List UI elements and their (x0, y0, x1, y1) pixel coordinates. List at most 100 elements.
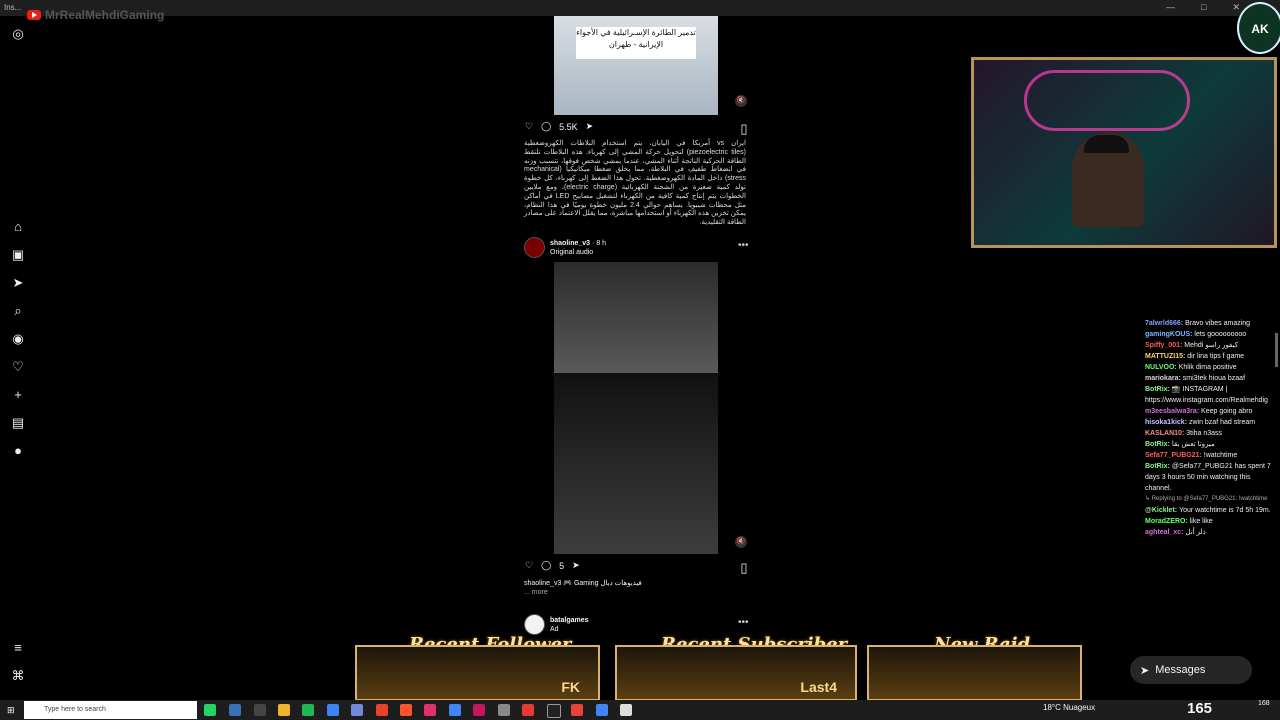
chat-username[interactable]: 7alwrld666: (1145, 320, 1185, 327)
chat-text: ذلز أتل (1185, 529, 1206, 536)
app-icon[interactable] (522, 704, 534, 716)
share-icon[interactable]: ➤ (572, 560, 580, 571)
explore-icon[interactable]: ◉ (10, 331, 26, 347)
mute-icon[interactable]: 🔇 (735, 95, 747, 107)
minimize-icon[interactable]: — (1166, 2, 1175, 13)
author-name[interactable]: shaoline_v3 (550, 240, 590, 247)
post-media-2[interactable]: 🔇 (554, 262, 747, 554)
chat-username[interactable]: m3eesbalwa3ra: (1145, 408, 1201, 415)
obs-icon[interactable] (547, 704, 561, 718)
instagram-app-icon[interactable] (424, 704, 436, 716)
steam-icon[interactable] (327, 704, 339, 716)
post-actions-2: ♡ ◯ 5 ➤ (525, 560, 580, 571)
messages-button[interactable]: ➤ Messages (1130, 656, 1252, 684)
chat-message: 7alwrld666: Bravo vibes amazing (1145, 318, 1273, 329)
profile-avatar-icon[interactable]: ● (10, 443, 26, 459)
save-bookmark-icon[interactable]: ▯ (736, 560, 752, 576)
comment-icon[interactable]: ◯ (541, 560, 551, 571)
discord-icon[interactable] (351, 704, 363, 716)
recent-follower-panel: FK (355, 645, 600, 701)
chat-username[interactable]: NULVOO: (1145, 364, 1179, 371)
chrome-icon[interactable] (596, 704, 608, 716)
more-options-icon[interactable]: ••• (738, 617, 749, 628)
youtube-icon (27, 10, 41, 20)
chat-text: like like (1189, 518, 1213, 525)
reels-icon[interactable]: ▣ (10, 247, 26, 263)
chat-username[interactable]: KASLAN10: (1145, 430, 1186, 437)
audio-label[interactable]: Original audio (550, 248, 606, 257)
post-caption-1: ايران vs أمريكا في اليابان، يتم استخدام … (524, 140, 747, 227)
ad-label: Ad (550, 625, 559, 633)
chat-message: gamingKOUS: lets gooooooooo (1145, 329, 1273, 340)
threads-icon[interactable]: ⌘ (10, 668, 26, 684)
more-link[interactable]: ... more (524, 589, 548, 596)
author-avatar[interactable] (524, 237, 545, 258)
post-time: 8 h (596, 239, 607, 247)
instagram-icon[interactable]: ◎ (10, 26, 26, 42)
clock[interactable]: 168 (1258, 700, 1270, 707)
more-options-icon[interactable]: ••• (738, 240, 749, 251)
app-icon[interactable] (620, 704, 632, 716)
like-heart-icon[interactable]: ♡ (525, 121, 533, 132)
home-icon[interactable]: ⌂ (10, 219, 26, 235)
chat-username[interactable]: hisoka1kick: (1145, 419, 1189, 426)
mute-icon[interactable]: 🔇 (735, 536, 747, 548)
save-bookmark-icon[interactable]: ▯ (736, 121, 752, 137)
dashboard-icon[interactable]: ▤ (10, 415, 26, 431)
post-actions-1: ♡ ◯ 5.5K ➤ (525, 121, 593, 132)
app-icon[interactable] (254, 704, 266, 716)
like-heart-icon[interactable]: ♡ (525, 560, 533, 571)
chat-message: Sefa77_PUBG21: !watchtime (1145, 450, 1273, 461)
taskbar-search[interactable]: Type here to search (24, 701, 197, 719)
viewer-count: 165 (1187, 700, 1213, 717)
chat-username[interactable]: BotRix: (1145, 441, 1172, 448)
share-icon[interactable]: ➤ (586, 121, 594, 132)
chat-username[interactable]: Spiffy_001: (1145, 342, 1184, 349)
folder-icon[interactable] (278, 704, 290, 716)
chrome-icon[interactable] (376, 704, 388, 716)
spotify-icon[interactable] (302, 704, 314, 716)
channel-name: MrRealMehdiGaming (45, 8, 165, 22)
post-header-3: batalgames Ad (524, 614, 589, 635)
messages-nav-icon[interactable]: ➤ (10, 275, 26, 291)
browser-icon[interactable] (449, 704, 461, 716)
chat-username[interactable]: Sefa77_PUBG21: (1145, 452, 1204, 459)
notifications-heart-icon[interactable]: ♡ (10, 359, 26, 375)
chat-username[interactable]: @Kicklet: (1145, 507, 1179, 514)
chrome-icon[interactable] (571, 704, 583, 716)
chat-username[interactable]: MATTUZI15: (1145, 353, 1187, 360)
whatsapp-icon[interactable] (204, 704, 216, 716)
chat-text: dir lina tips f game (1187, 353, 1245, 360)
chat-username[interactable]: MoradZERO: (1145, 518, 1190, 525)
menu-icon[interactable]: ≡ (10, 640, 26, 656)
recent-follower-name: FK (561, 679, 580, 695)
author-avatar[interactable] (524, 614, 545, 635)
app-icon[interactable] (229, 704, 241, 716)
chat-username[interactable]: BotRix: (1145, 463, 1172, 470)
app-icon[interactable] (473, 704, 485, 716)
chat-scrollbar[interactable] (1275, 333, 1278, 367)
live-chat: 7alwrld666: Bravo vibes amazing gamingKOU… (1145, 318, 1273, 538)
chat-message: m3eesbalwa3ra: Keep going abro (1145, 406, 1273, 417)
cap-shape (1084, 135, 1129, 153)
chat-message: MATTUZI15: dir lina tips f game (1145, 351, 1273, 362)
author-name[interactable]: batalgames (550, 617, 589, 624)
chat-message: MoradZERO: like like (1145, 516, 1273, 527)
chat-username[interactable]: aghteal_xc: (1145, 529, 1185, 536)
chat-message: aghteal_xc: ذلز أتل (1145, 527, 1273, 538)
brave-icon[interactable] (400, 704, 412, 716)
chat-text: ↳ Replying to @Sefa77_PUBG21: !watchtime (1145, 496, 1268, 502)
post-media-1[interactable]: تدمير الطائرة الإسـرائيلية في الأجواء ال… (554, 16, 747, 115)
chat-username[interactable]: mariokara: (1145, 375, 1183, 382)
chat-username[interactable]: gamingKOUS: (1145, 331, 1194, 338)
weather-widget[interactable]: 18°C Nuageux (1043, 703, 1095, 712)
maximize-icon[interactable]: □ (1201, 2, 1206, 13)
windows-start-icon[interactable]: ⊞ (7, 704, 19, 716)
chat-username[interactable]: BotRix: (1145, 386, 1172, 393)
close-icon[interactable]: ✕ (1232, 2, 1240, 13)
app-icon[interactable] (498, 704, 510, 716)
comment-icon[interactable]: ◯ (541, 121, 551, 132)
create-plus-icon[interactable]: + (10, 387, 26, 403)
chat-text: Khlik dima positive (1178, 364, 1237, 371)
search-icon[interactable]: ⌕ (10, 303, 26, 319)
